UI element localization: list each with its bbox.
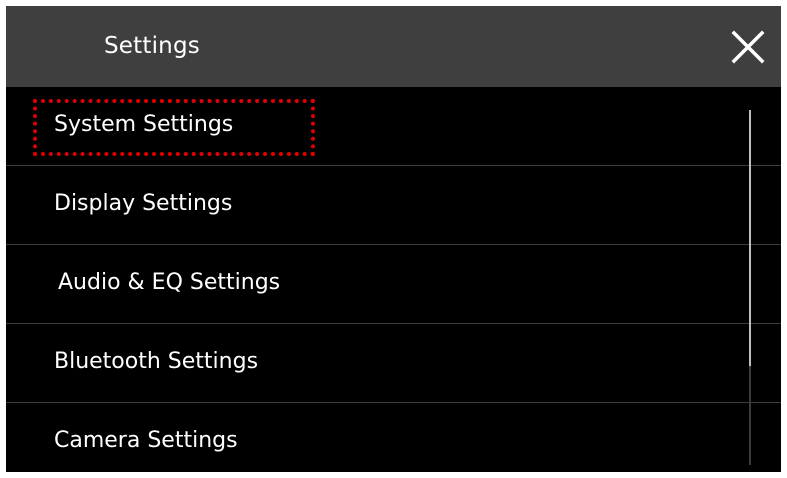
menu-item-label: System Settings bbox=[54, 112, 234, 137]
menu-item-label: Display Settings bbox=[54, 191, 233, 216]
header-bar: Settings bbox=[6, 6, 781, 87]
menu-item-system-settings[interactable]: System Settings bbox=[6, 87, 781, 166]
menu-item-audio-eq-settings[interactable]: Audio & EQ Settings bbox=[6, 245, 781, 324]
menu-item-label: Camera Settings bbox=[54, 428, 238, 453]
close-button[interactable] bbox=[724, 23, 772, 71]
menu-item-camera-settings[interactable]: Camera Settings bbox=[6, 403, 781, 472]
menu-item-display-settings[interactable]: Display Settings bbox=[6, 166, 781, 245]
menu-item-label: Bluetooth Settings bbox=[54, 349, 259, 374]
scrollbar-thumb[interactable] bbox=[749, 110, 751, 366]
page-title: Settings bbox=[104, 33, 200, 59]
close-icon bbox=[731, 30, 765, 64]
menu-item-bluetooth-settings[interactable]: Bluetooth Settings bbox=[6, 324, 781, 403]
menu-item-label: Audio & EQ Settings bbox=[58, 270, 281, 295]
settings-screen: Settings System Settings Display Setting… bbox=[6, 6, 781, 472]
settings-menu-list: System Settings Display Settings Audio &… bbox=[6, 87, 781, 472]
